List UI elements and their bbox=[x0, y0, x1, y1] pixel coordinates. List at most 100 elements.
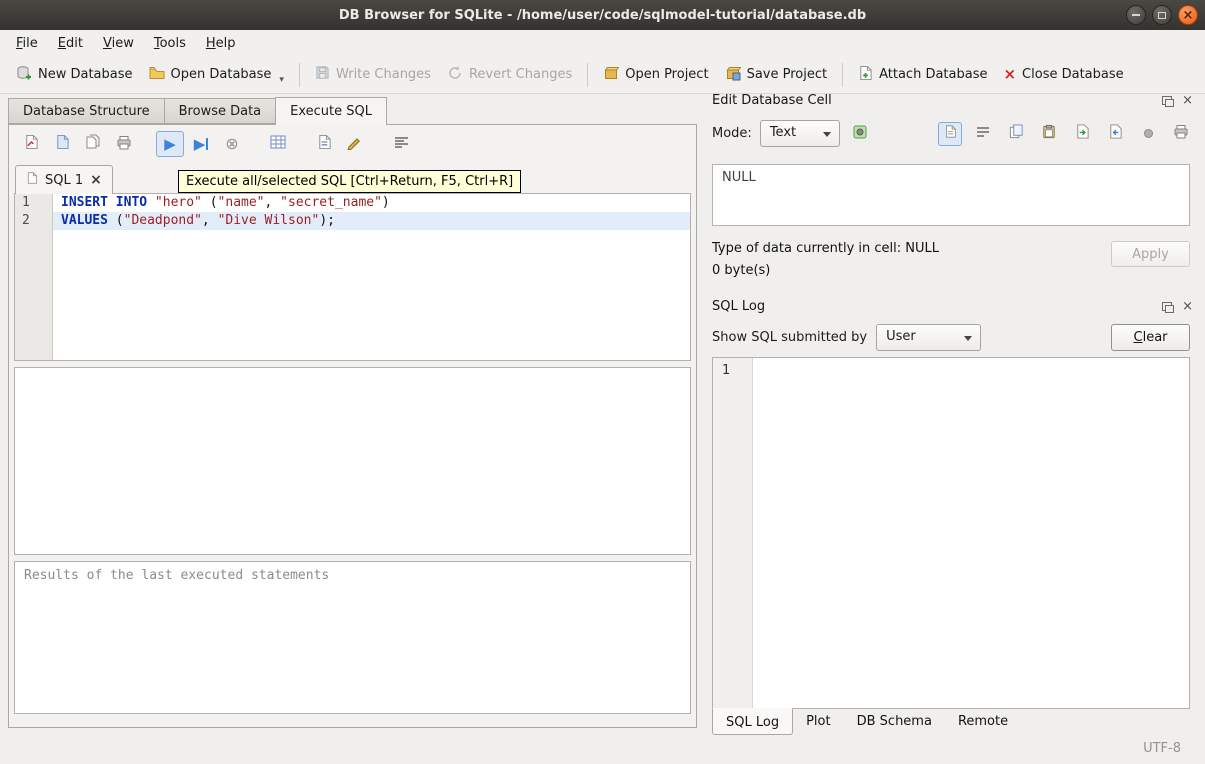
filter-label: Show SQL submitted by bbox=[712, 330, 867, 345]
sql-log-view[interactable]: 1 bbox=[712, 357, 1190, 709]
execute-current-line-button[interactable]: ▶ bbox=[187, 131, 215, 157]
dock-tab-remote[interactable]: Remote bbox=[945, 709, 1021, 735]
export-icon bbox=[1108, 124, 1123, 143]
window-title: DB Browser for SQLite - /home/user/code/… bbox=[339, 8, 866, 23]
print-cell-button[interactable] bbox=[1169, 122, 1193, 146]
results-grid[interactable] bbox=[14, 367, 691, 555]
log-content bbox=[753, 358, 1189, 708]
open-database-dropdown-icon[interactable]: ▾ bbox=[279, 75, 284, 85]
statusbar: UTF-8 bbox=[0, 734, 1205, 764]
sql-toolbar: ▶ ▶ ⊗ bbox=[9, 125, 696, 161]
submitted-by-combobox[interactable]: User bbox=[876, 324, 981, 351]
line-number: 2 bbox=[15, 212, 53, 230]
write-changes-button[interactable]: Write Changes bbox=[307, 60, 439, 89]
export-results-button[interactable] bbox=[264, 131, 292, 157]
menu-tools[interactable]: Tools bbox=[144, 32, 196, 55]
attach-database-icon bbox=[858, 65, 873, 85]
save-sql-file-button[interactable] bbox=[48, 131, 76, 157]
print-button[interactable] bbox=[110, 131, 138, 157]
open-sql-file-button[interactable] bbox=[17, 131, 45, 157]
execute-all-button[interactable]: ▶ bbox=[156, 131, 184, 157]
save-sql-as-button[interactable] bbox=[79, 131, 107, 157]
sql-doc-tab[interactable]: SQL 1 × bbox=[15, 165, 113, 194]
stop-button[interactable]: ⊗ bbox=[218, 131, 246, 157]
set-null-button[interactable] bbox=[1136, 122, 1160, 146]
new-database-button[interactable]: New Database bbox=[8, 60, 141, 90]
combo-arrow-icon bbox=[823, 132, 831, 137]
execute-all-icon: ▶ bbox=[164, 137, 176, 152]
close-button[interactable]: × bbox=[1178, 5, 1198, 25]
open-database-icon bbox=[149, 65, 165, 85]
find-replace-icon bbox=[347, 135, 363, 154]
main-tabbar: Database Structure Browse Data Execute S… bbox=[8, 97, 697, 124]
results-message-box[interactable]: Results of the last executed statements bbox=[14, 561, 691, 714]
open-project-button[interactable]: Open Project bbox=[595, 60, 716, 90]
text-mode-button[interactable] bbox=[938, 122, 962, 146]
print-cell-icon bbox=[1173, 124, 1189, 143]
copy-icon bbox=[1009, 124, 1024, 143]
minimize-icon bbox=[1132, 14, 1140, 16]
save-project-button[interactable]: Save Project bbox=[717, 60, 836, 90]
sql-log-filter-row: Show SQL submitted by User Clear bbox=[712, 324, 1190, 351]
import-cell-button[interactable] bbox=[1070, 122, 1094, 146]
open-in-external-app-button[interactable] bbox=[848, 122, 872, 146]
close-dock-icon[interactable]: × bbox=[1182, 94, 1193, 107]
dock-tab-plot[interactable]: Plot bbox=[793, 709, 844, 735]
save-results-button[interactable] bbox=[310, 131, 338, 157]
tab-database-structure[interactable]: Database Structure bbox=[8, 98, 164, 124]
word-wrap-button[interactable] bbox=[971, 122, 995, 146]
combo-arrow-icon bbox=[964, 336, 972, 341]
close-tab-icon[interactable]: × bbox=[90, 173, 102, 187]
close-database-button[interactable]: × Close Database bbox=[995, 62, 1131, 87]
format-sql-button[interactable] bbox=[387, 131, 415, 157]
open-project-icon bbox=[603, 65, 619, 85]
format-sql-icon bbox=[394, 136, 409, 153]
window-controls: × bbox=[1126, 5, 1198, 25]
paste-cell-button[interactable] bbox=[1037, 122, 1061, 146]
sql-editor[interactable]: 1 INSERT INTO "hero" ("name", "secret_na… bbox=[14, 193, 691, 361]
print-icon bbox=[116, 135, 132, 154]
execute-tooltip: Execute all/selected SQL [Ctrl+Return, F… bbox=[178, 170, 521, 193]
copy-cell-button[interactable] bbox=[1004, 122, 1028, 146]
float-dock-icon[interactable] bbox=[1162, 302, 1172, 311]
menubar: File Edit View Tools Help bbox=[0, 30, 1205, 56]
dock-tabbar: SQL Log Plot DB Schema Remote bbox=[712, 709, 1190, 735]
dock-tab-sql-log[interactable]: SQL Log bbox=[712, 708, 793, 735]
paste-icon bbox=[1042, 124, 1056, 143]
mode-combobox[interactable]: Text bbox=[760, 120, 840, 147]
new-database-icon bbox=[16, 65, 32, 85]
close-dock-icon[interactable]: × bbox=[1182, 300, 1193, 313]
open-database-button[interactable]: Open Database ▾ bbox=[141, 60, 292, 90]
dock-tab-db-schema[interactable]: DB Schema bbox=[844, 709, 945, 735]
find-replace-button[interactable] bbox=[341, 131, 369, 157]
save-sql-file-icon bbox=[55, 134, 70, 154]
menu-edit[interactable]: Edit bbox=[48, 32, 93, 55]
execute-sql-panel: ▶ ▶ ⊗ SQL 1 × 1 INSERT INTO "hero" ("nam… bbox=[8, 124, 697, 728]
float-dock-icon[interactable] bbox=[1162, 96, 1172, 105]
tab-execute-sql[interactable]: Execute SQL bbox=[275, 97, 387, 125]
editor-code-line: VALUES ("Deadpond", "Dive Wilson"); bbox=[53, 212, 690, 230]
close-database-icon: × bbox=[1003, 67, 1016, 82]
menu-file[interactable]: File bbox=[6, 32, 48, 55]
maximize-button[interactable] bbox=[1152, 5, 1172, 25]
menu-help[interactable]: Help bbox=[196, 32, 246, 55]
titlebar: DB Browser for SQLite - /home/user/code/… bbox=[0, 0, 1205, 30]
revert-changes-button[interactable]: Revert Changes bbox=[439, 60, 580, 90]
mode-label: Mode: bbox=[712, 126, 752, 141]
editor-empty-area bbox=[15, 230, 690, 248]
sql-log-title: SQL Log bbox=[712, 299, 1162, 314]
minimize-button[interactable] bbox=[1126, 5, 1146, 25]
attach-database-button[interactable]: Attach Database bbox=[850, 60, 995, 90]
cell-value-editor[interactable]: NULL bbox=[712, 164, 1190, 226]
tab-browse-data[interactable]: Browse Data bbox=[164, 98, 276, 124]
export-cell-button[interactable] bbox=[1103, 122, 1127, 146]
submitted-by-value: User bbox=[886, 329, 916, 344]
clear-log-button[interactable]: Clear bbox=[1111, 324, 1190, 351]
sql-doc-tab-label: SQL 1 bbox=[45, 173, 83, 188]
cell-value: NULL bbox=[722, 170, 756, 185]
gutter bbox=[15, 230, 53, 361]
menu-view[interactable]: View bbox=[93, 32, 144, 55]
cell-type-text: Type of data currently in cell: NULL bbox=[712, 241, 1111, 256]
apply-button[interactable]: Apply bbox=[1111, 241, 1190, 267]
log-line-number: 1 bbox=[713, 358, 753, 708]
